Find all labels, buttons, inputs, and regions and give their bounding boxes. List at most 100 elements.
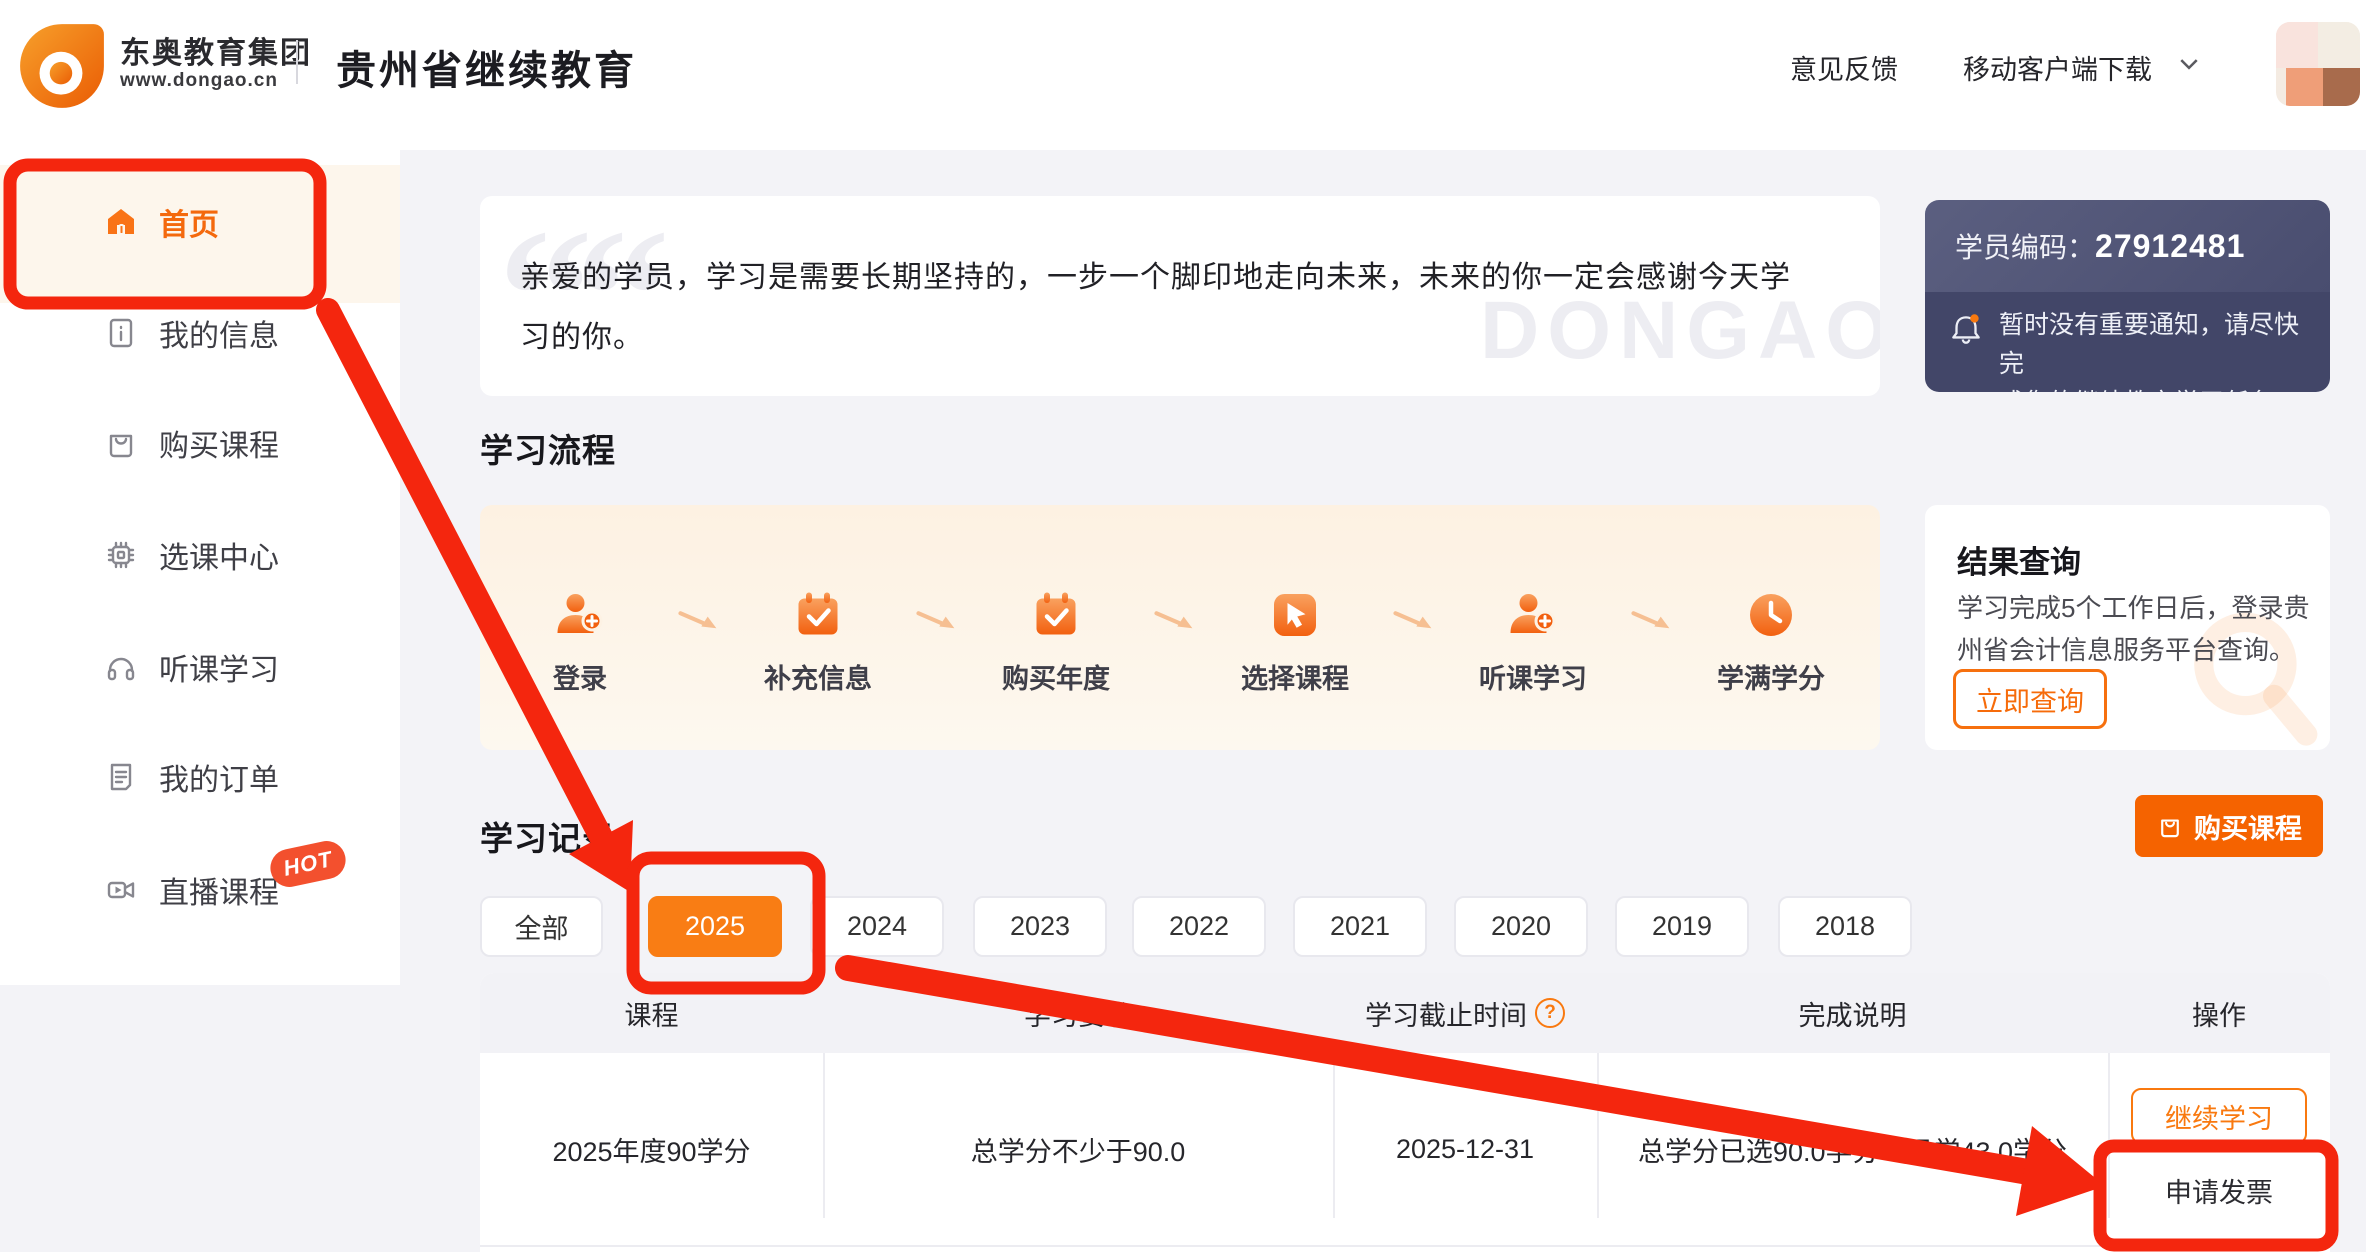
cell-completion: 总学分已选90.0学分 已学43.0学分 bbox=[1597, 1053, 2108, 1245]
process-step-buy-year: 购买年度 bbox=[976, 588, 1136, 696]
request-invoice-button[interactable]: 申请发票 bbox=[2131, 1162, 2307, 1218]
headphones-icon bbox=[103, 649, 139, 685]
sidebar-item-course-center[interactable]: 选课中心 bbox=[0, 525, 400, 585]
home-icon bbox=[103, 204, 139, 240]
quote-line2: 习的你。 bbox=[520, 308, 1850, 368]
deadline-header-label: 学习截止时间 bbox=[1365, 994, 1527, 1033]
process-step-listen-learn: 听课学习 bbox=[1453, 588, 1613, 696]
sidebar-item-my-orders[interactable]: 我的订单 bbox=[0, 747, 400, 807]
process-step-label: 补充信息 bbox=[738, 657, 898, 696]
cell-deadline: 2025-12-31 bbox=[1333, 1053, 1597, 1245]
notice-line1: 暂时没有重要通知，请尽快完 bbox=[1999, 306, 2319, 384]
brand-url: www.dongao.cn bbox=[120, 70, 278, 92]
step-arrow-icon bbox=[1630, 605, 1674, 633]
page-title: 贵州省继续教育 bbox=[336, 38, 637, 96]
process-step-full-credits: 学满学分 bbox=[1691, 588, 1851, 696]
year-tab-2020[interactable]: 2020 bbox=[1454, 896, 1588, 957]
buy-courses-label: 购买课程 bbox=[2194, 807, 2302, 846]
quote-text: 亲爱的学员，学习是需要长期坚持的，一步一个脚印地走向未来，未来的你一定会感谢今天… bbox=[520, 248, 1850, 368]
student-code-label: 学员编码： bbox=[1955, 226, 2095, 266]
col-header-deadline: 学习截止时间 ? bbox=[1333, 973, 1597, 1053]
year-tab-2025[interactable]: 2025 bbox=[648, 896, 782, 957]
result-query-desc: 学习完成5个工作日后，登录贵 州省会计信息服务平台查询。 bbox=[1957, 587, 2317, 671]
mobile-download-link[interactable]: 移动客户端下载 bbox=[1963, 48, 2152, 87]
calendar-check-icon bbox=[791, 588, 845, 642]
process-step-label: 听课学习 bbox=[1453, 657, 1613, 696]
result-query-title: 结果查询 bbox=[1957, 537, 2081, 582]
year-tab-2021[interactable]: 2021 bbox=[1293, 896, 1427, 957]
sidebar-item-label: 我的订单 bbox=[159, 755, 279, 799]
sidebar-item-listen-learn[interactable]: 听课学习 bbox=[0, 637, 400, 697]
quote-line1: 亲爱的学员，学习是需要长期坚持的，一步一个脚印地走向未来，未来的你一定会感谢今天… bbox=[520, 248, 1850, 308]
result-query-desc-line1: 学习完成5个工作日后，登录贵 bbox=[1957, 587, 2317, 629]
process-step-label: 选择课程 bbox=[1215, 657, 1375, 696]
sidebar-item-buy-courses[interactable]: 购买课程 bbox=[0, 413, 400, 473]
order-receipt-icon bbox=[103, 759, 139, 795]
col-header-requirement: 学习要求 bbox=[823, 973, 1333, 1053]
help-icon[interactable]: ? bbox=[1535, 998, 1565, 1028]
avatar[interactable] bbox=[2276, 22, 2360, 106]
feedback-link[interactable]: 意见反馈 bbox=[1790, 48, 1898, 87]
process-step-login: 登录 bbox=[500, 588, 660, 696]
brand-name: 东奥教育集团 bbox=[120, 28, 312, 72]
student-code-panel: 学员编码： 27912481 暂时没有重要通知，请尽快完 成您的继续教育学习任务… bbox=[1925, 200, 2330, 392]
col-header-action: 操作 bbox=[2108, 973, 2330, 1053]
user-plus-icon bbox=[553, 588, 607, 642]
notice-line2: 成您的继续教育学习任务。 bbox=[1999, 384, 2319, 392]
student-code-value: 27912481 bbox=[2095, 228, 2245, 265]
quote-banner: ““ DONGAO 亲爱的学员，学习是需要长期坚持的，一步一个脚印地走向未来，未… bbox=[480, 196, 1880, 396]
sidebar-item-label: 听课学习 bbox=[159, 645, 279, 689]
year-tab-2018[interactable]: 2018 bbox=[1778, 896, 1912, 957]
result-query-desc-line2: 州省会计信息服务平台查询。 bbox=[1957, 629, 2317, 671]
sidebar-item-label: 直播课程 bbox=[159, 868, 279, 912]
sidebar: 首页 我的信息 购买课程 选课中心 bbox=[0, 150, 400, 985]
step-arrow-icon bbox=[1392, 605, 1436, 633]
year-tab-2024[interactable]: 2024 bbox=[810, 896, 944, 957]
process-step-label: 学满学分 bbox=[1691, 657, 1851, 696]
buy-courses-button[interactable]: 购买课程 bbox=[2135, 795, 2323, 857]
shopping-bag-icon bbox=[103, 425, 139, 461]
process-step-supplement-info: 补充信息 bbox=[738, 588, 898, 696]
process-section-title: 学习流程 bbox=[480, 424, 616, 472]
row-divider bbox=[480, 1245, 2330, 1247]
calendar-check-icon bbox=[1029, 588, 1083, 642]
sidebar-item-my-info[interactable]: 我的信息 bbox=[0, 303, 400, 363]
year-tab-2023[interactable]: 2023 bbox=[973, 896, 1107, 957]
col-header-course: 课程 bbox=[480, 973, 823, 1053]
header: 东奥教育集团 www.dongao.cn 贵州省继续教育 意见反馈 移动客户端下… bbox=[0, 0, 2366, 150]
records-section-title: 学习记录 bbox=[480, 812, 616, 860]
step-arrow-icon bbox=[677, 605, 721, 633]
document-info-icon bbox=[103, 315, 139, 351]
shopping-bag-icon bbox=[2156, 812, 2184, 840]
process-step-choose-course: 选择课程 bbox=[1215, 588, 1375, 696]
result-query-card: 结果查询 学习完成5个工作日后，登录贵 州省会计信息服务平台查询。 立即查询 bbox=[1925, 505, 2330, 750]
records-table: 课程 学习要求 学习截止时间 ? 完成说明 操作 2025年度90学分 总学分不… bbox=[480, 973, 2330, 1252]
sidebar-item-label: 首页 bbox=[159, 200, 219, 244]
cell-requirement: 总学分不少于90.0 bbox=[823, 1053, 1333, 1245]
sidebar-item-label: 购买课程 bbox=[159, 421, 279, 465]
col-header-completion: 完成说明 bbox=[1597, 973, 2108, 1053]
table-header-row: 课程 学习要求 学习截止时间 ? 完成说明 操作 bbox=[480, 973, 2330, 1053]
year-tab-2019[interactable]: 2019 bbox=[1615, 896, 1749, 957]
notice-row: 暂时没有重要通知，请尽快完 成您的继续教育学习任务。 bbox=[1925, 292, 2330, 392]
year-tab-2022[interactable]: 2022 bbox=[1132, 896, 1266, 957]
continue-learning-button[interactable]: 继续学习 bbox=[2131, 1088, 2307, 1144]
cursor-select-icon bbox=[1268, 588, 1322, 642]
query-now-button[interactable]: 立即查询 bbox=[1953, 669, 2107, 729]
step-arrow-icon bbox=[915, 605, 959, 633]
notice-text: 暂时没有重要通知，请尽快完 成您的继续教育学习任务。 bbox=[1999, 306, 2319, 392]
student-code-row: 学员编码： 27912481 bbox=[1925, 200, 2330, 292]
page: 东奥教育集团 www.dongao.cn 贵州省继续教育 意见反馈 移动客户端下… bbox=[0, 0, 2366, 1252]
year-tab-all[interactable]: 全部 bbox=[480, 896, 603, 957]
user-plus-icon bbox=[1506, 588, 1560, 642]
step-arrow-icon bbox=[1153, 605, 1197, 633]
chip-icon bbox=[103, 537, 139, 573]
chevron-down-icon[interactable] bbox=[2180, 58, 2198, 70]
header-divider bbox=[296, 40, 298, 84]
column-divider bbox=[2108, 1053, 2110, 1218]
dongao-logo-icon bbox=[16, 20, 108, 112]
sidebar-item-home[interactable]: 首页 bbox=[0, 192, 400, 252]
clock-icon bbox=[1744, 588, 1798, 642]
sidebar-item-label: 选课中心 bbox=[159, 533, 279, 577]
process-step-label: 购买年度 bbox=[976, 657, 1136, 696]
